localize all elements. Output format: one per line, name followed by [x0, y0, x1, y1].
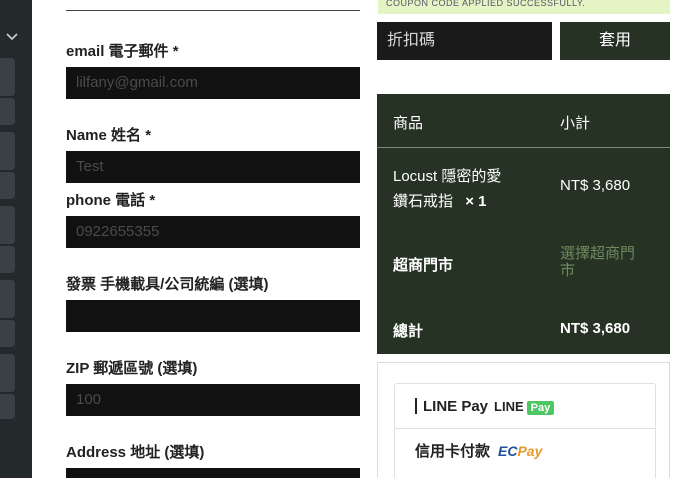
- credit-card-label: 信用卡付款: [415, 443, 491, 460]
- sidebar: [0, 0, 32, 478]
- sidebar-tab[interactable]: [0, 58, 15, 96]
- chevron-down-icon[interactable]: [4, 28, 20, 44]
- sidebar-tab[interactable]: [0, 171, 15, 199]
- sidebar-tab[interactable]: [0, 319, 15, 347]
- item-name: Locust 隱密的愛 鑽石戒指 × 1: [393, 165, 501, 211]
- shipping-label: 超商門市: [393, 257, 454, 274]
- email-label: email 電子郵件 *: [66, 43, 179, 60]
- order-summary: 商品 小計 Locust 隱密的愛 鑽石戒指 × 1 NT$ 3,680 超商門…: [377, 94, 670, 354]
- ecpay-logo: ECPay: [498, 443, 542, 459]
- linepay-logo-badge: Pay: [526, 400, 555, 415]
- linepay-label: LINE Pay: [423, 397, 489, 415]
- payment-methods: LINE Pay LINE Pay 信用卡付款 ECPay: [377, 362, 670, 478]
- total-label: 總計: [393, 323, 424, 340]
- sidebar-tab[interactable]: [0, 97, 15, 125]
- zip-field[interactable]: [66, 384, 360, 416]
- address-field[interactable]: [66, 468, 360, 478]
- item-name-line1: Locust 隱密的愛: [393, 168, 502, 185]
- product-column-header: 商品: [393, 115, 424, 132]
- ecpay-logo-pay: Pay: [517, 442, 543, 459]
- subtotal-column-header: 小計: [560, 115, 591, 132]
- email-field[interactable]: [66, 67, 360, 99]
- invoice-label: 發票 手機載具/公司統編 (選填): [66, 276, 269, 293]
- invoice-field[interactable]: [66, 300, 360, 332]
- coupon-input[interactable]: [377, 22, 552, 60]
- linepay-logo-text: LINE: [494, 398, 524, 414]
- sidebar-tab[interactable]: [0, 245, 15, 273]
- payment-option-linepay[interactable]: LINE Pay LINE Pay: [395, 384, 655, 428]
- item-name-text: 鑽石戒指: [393, 193, 454, 210]
- name-field[interactable]: [66, 151, 360, 183]
- item-price: NT$ 3,680: [560, 177, 631, 194]
- payment-option-credit-card[interactable]: 信用卡付款 ECPay: [395, 428, 655, 472]
- summary-header: 商品 小計: [377, 94, 670, 148]
- coupon-success-notice: COUPON CODE APPLIED SUCCESSFULLY.: [378, 0, 670, 14]
- phone-label: phone 電話 *: [66, 192, 156, 209]
- select-store-link[interactable]: 選擇超商門 市: [560, 245, 635, 279]
- zip-label: ZIP 郵遞區號 (選填): [66, 360, 198, 377]
- sidebar-tab[interactable]: [0, 354, 15, 392]
- total-value: NT$ 3,680: [560, 320, 631, 337]
- divider: [66, 10, 360, 11]
- sidebar-tab[interactable]: [0, 206, 15, 244]
- select-store-line1: 選擇超商門: [560, 245, 636, 262]
- address-label: Address 地址 (選填): [66, 444, 205, 461]
- option-indicator: [415, 398, 417, 414]
- linepay-logo: LINE Pay: [494, 398, 555, 415]
- sidebar-tab[interactable]: [0, 393, 15, 419]
- name-label: Name 姓名 *: [66, 127, 152, 144]
- item-quantity: × 1: [465, 193, 487, 210]
- item-name-line2: 鑽石戒指 × 1: [393, 190, 501, 211]
- payment-options: LINE Pay LINE Pay 信用卡付款 ECPay: [394, 383, 656, 478]
- phone-field[interactable]: [66, 216, 360, 248]
- apply-coupon-button[interactable]: 套用: [560, 22, 670, 60]
- ecpay-logo-ec: EC: [498, 442, 518, 459]
- select-store-line2: 市: [560, 262, 576, 279]
- sidebar-tab[interactable]: [0, 132, 15, 170]
- sidebar-tab[interactable]: [0, 280, 15, 318]
